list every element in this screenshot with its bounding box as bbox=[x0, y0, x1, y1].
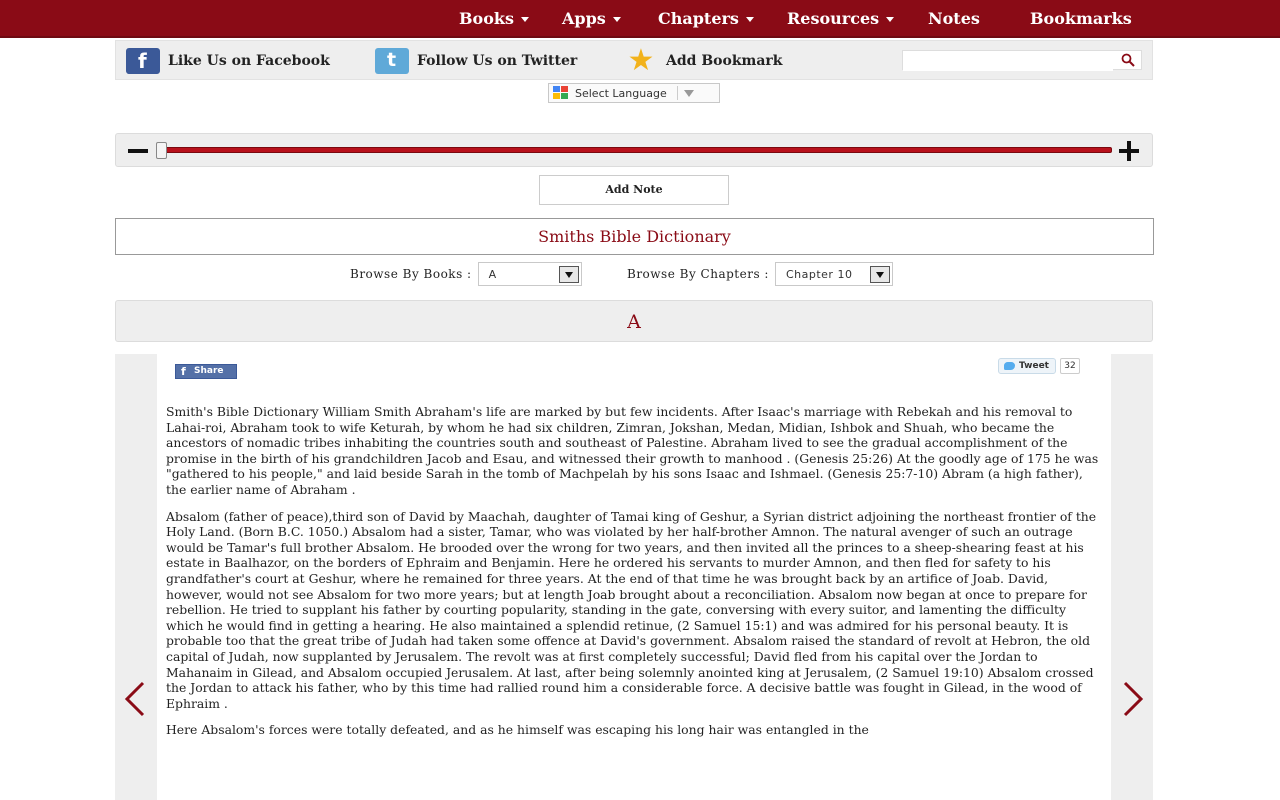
browse-books-value: A bbox=[488, 267, 497, 281]
browse-books-label: Browse By Books : bbox=[350, 267, 472, 281]
minus-icon[interactable] bbox=[128, 149, 148, 153]
twitter-bird-icon bbox=[1004, 362, 1015, 370]
font-size-slider-track[interactable] bbox=[160, 147, 1112, 153]
nav-notes[interactable]: Notes bbox=[928, 0, 980, 38]
nav-resources[interactable]: Resources bbox=[787, 0, 895, 38]
browse-chapters-label: Browse By Chapters : bbox=[627, 267, 769, 281]
add-note-button[interactable]: Add Note bbox=[539, 175, 729, 205]
nav-chapters[interactable]: Chapters bbox=[658, 0, 754, 38]
twitter-icon bbox=[375, 48, 409, 74]
facebook-share-button[interactable]: f Share bbox=[175, 364, 237, 379]
prev-page-panel[interactable] bbox=[115, 354, 157, 800]
twitter-follow-label: Follow Us on Twitter bbox=[417, 53, 578, 69]
search-icon[interactable] bbox=[1121, 53, 1135, 67]
font-size-slider-handle[interactable] bbox=[156, 142, 167, 159]
top-nav-bar: Books Apps Chapters Resources Notes Book… bbox=[0, 0, 1280, 38]
twitter-follow-link[interactable]: Follow Us on Twitter bbox=[375, 48, 578, 74]
browse-chapters: Browse By Chapters : Chapter 10 bbox=[627, 262, 893, 286]
entry-paragraph: Absalom (father of peace),third son of D… bbox=[166, 508, 1097, 711]
facebook-icon bbox=[126, 48, 160, 74]
chevron-left-icon[interactable] bbox=[123, 681, 147, 717]
chevron-down-icon bbox=[558, 265, 579, 283]
language-divider bbox=[676, 86, 678, 100]
add-bookmark-label: Add Bookmark bbox=[666, 53, 783, 69]
next-page-panel[interactable] bbox=[1111, 354, 1153, 800]
chevron-down-icon bbox=[745, 17, 754, 22]
browse-books: Browse By Books : A bbox=[350, 262, 582, 286]
tweet-button[interactable]: Tweet bbox=[998, 358, 1056, 374]
add-bookmark-link[interactable]: ★ Add Bookmark bbox=[624, 43, 783, 78]
facebook-icon: f bbox=[181, 365, 186, 378]
search-input[interactable] bbox=[903, 53, 1113, 71]
nav-resources-label: Resources bbox=[787, 9, 880, 28]
dictionary-title: Smiths Bible Dictionary bbox=[115, 218, 1154, 255]
nav-notes-label: Notes bbox=[928, 9, 980, 28]
nav-apps[interactable]: Apps bbox=[562, 0, 621, 38]
nav-bookmarks-label: Bookmarks bbox=[1030, 9, 1132, 28]
search-box bbox=[902, 50, 1142, 71]
social-bar: Like Us on Facebook Follow Us on Twitter… bbox=[115, 40, 1153, 80]
entry-paragraph: Smith's Bible Dictionary William Smith A… bbox=[166, 404, 1099, 497]
chevron-down-icon bbox=[683, 89, 694, 97]
nav-books[interactable]: Books bbox=[459, 0, 529, 38]
google-translate-icon bbox=[553, 86, 569, 100]
entry-text: Smith's Bible Dictionary William Smith A… bbox=[166, 404, 1102, 749]
entry-paragraph: Here Absalom's forces were totally defea… bbox=[166, 722, 869, 738]
nav-bookmarks[interactable]: Bookmarks bbox=[1030, 0, 1132, 38]
font-size-slider-bar bbox=[115, 133, 1153, 167]
nav-chapters-label: Chapters bbox=[658, 9, 739, 28]
facebook-like-link[interactable]: Like Us on Facebook bbox=[126, 48, 330, 74]
letter-heading: A bbox=[115, 300, 1153, 342]
chevron-down-icon bbox=[520, 17, 529, 22]
dictionary-content: f Share Tweet 32 Smith's Bible Dictionar… bbox=[157, 354, 1111, 800]
nav-apps-label: Apps bbox=[562, 9, 606, 28]
chevron-down-icon bbox=[612, 17, 621, 22]
chevron-right-icon[interactable] bbox=[1121, 681, 1145, 717]
tweet-count: 32 bbox=[1060, 358, 1080, 374]
browse-chapters-select[interactable]: Chapter 10 bbox=[774, 262, 893, 286]
language-select[interactable]: Select Language bbox=[548, 83, 720, 103]
language-select-label: Select Language bbox=[575, 86, 667, 100]
plus-icon[interactable] bbox=[1119, 141, 1139, 161]
nav-books-label: Books bbox=[459, 9, 514, 28]
browse-books-select[interactable]: A bbox=[477, 262, 582, 286]
facebook-like-label: Like Us on Facebook bbox=[168, 53, 330, 69]
share-label: Share bbox=[194, 366, 224, 376]
chevron-down-icon bbox=[869, 265, 890, 283]
tweet-label: Tweet bbox=[1019, 361, 1049, 371]
star-icon: ★ bbox=[627, 43, 655, 78]
chevron-down-icon bbox=[886, 17, 895, 22]
browse-chapters-value: Chapter 10 bbox=[785, 267, 853, 281]
